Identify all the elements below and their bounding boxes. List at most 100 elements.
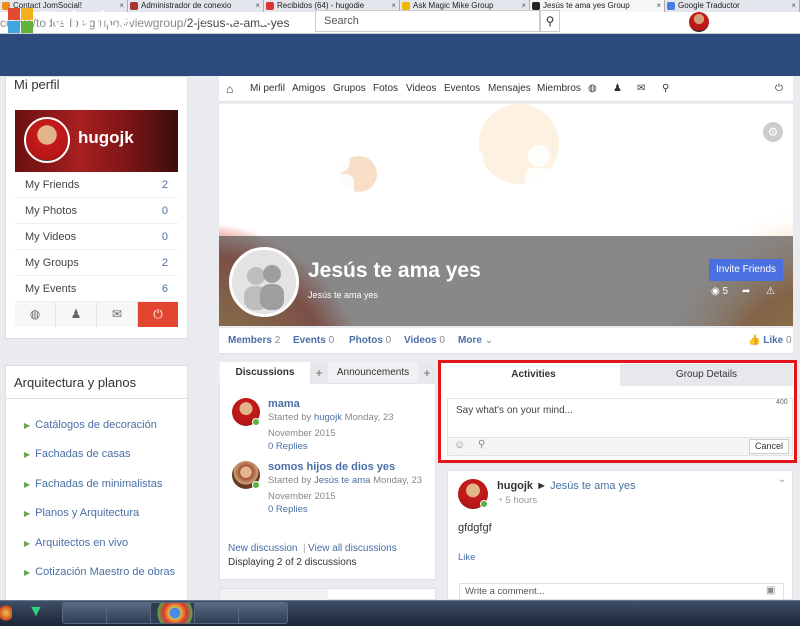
user-icon[interactable]: ♟ <box>253 0 273 42</box>
cancel-button[interactable]: Cancel <box>749 439 789 454</box>
discussion-replies[interactable]: 0 Replies <box>268 441 308 452</box>
search-icon[interactable]: ⚲ <box>662 76 669 102</box>
tab-discussions[interactable]: Discussions <box>220 362 310 384</box>
post-like-link[interactable]: Like <box>458 552 475 563</box>
profile-title: Mi perfil <box>14 77 60 92</box>
tab-favicon-icon <box>402 2 410 10</box>
taskbar-chrome-icon[interactable] <box>150 602 200 624</box>
taskbar-explorer-icon[interactable] <box>62 602 112 624</box>
mail-icon[interactable]: ✉ <box>637 76 645 102</box>
emoji-icon[interactable]: ☺ <box>454 439 465 451</box>
globe-icon[interactable]: ● <box>222 0 242 42</box>
logout-power-icon[interactable]: ⏻ <box>138 302 178 327</box>
plus-icon[interactable]: + <box>418 362 436 384</box>
group-avatar[interactable] <box>229 247 299 317</box>
power-icon[interactable]: ⏻ <box>775 76 783 102</box>
stat-members[interactable]: Members 2 <box>228 328 280 354</box>
bullet-icon: ▶ <box>24 450 31 459</box>
online-indicator <box>252 481 260 489</box>
subnav-eventos[interactable]: Eventos <box>444 76 480 102</box>
view-all-discussions-link[interactable]: View all discussions <box>308 543 397 554</box>
post-author[interactable]: hugojk <box>497 480 533 492</box>
new-discussion-link[interactable]: New discussion <box>228 543 297 554</box>
bullet-icon: ▶ <box>24 568 31 577</box>
home-icon[interactable]: ⌂ <box>192 0 212 42</box>
discussions-count: Displaying 2 of 2 discussions <box>228 557 357 568</box>
avatar[interactable] <box>24 117 70 163</box>
taskbar-editor-icon[interactable] <box>194 602 244 624</box>
more-dropdown[interactable]: More ⌄ <box>458 328 493 354</box>
category-link[interactable]: ▶ Fachadas de casas <box>24 448 131 460</box>
tab-activities[interactable]: Activities <box>447 364 620 386</box>
avatar[interactable] <box>689 12 709 32</box>
sidebar-item-videos[interactable]: My Videos 0 <box>15 224 178 250</box>
post-target[interactable]: Jesús te ama yes <box>550 480 636 492</box>
app-icon[interactable]: ▼ <box>28 603 44 621</box>
share-icon[interactable]: ➦ <box>742 286 750 297</box>
subnav-grupos[interactable]: Grupos <box>333 76 366 102</box>
default-avatar-icon <box>232 250 296 314</box>
invite-friends-button[interactable]: Invite Friends <box>709 259 783 281</box>
cover-overlay <box>219 236 793 326</box>
power-icon[interactable]: ⏻ <box>782 0 796 42</box>
char-count: 400 <box>776 399 788 406</box>
category-link[interactable]: ▶ Catálogos de decoración <box>24 419 157 431</box>
subnav-amigos[interactable]: Amigos <box>292 76 325 102</box>
globe-icon[interactable]: ◍ <box>588 76 597 102</box>
stat-videos[interactable]: Videos 0 <box>404 328 445 354</box>
tab-announcements[interactable]: Announcements <box>328 362 418 384</box>
mail-icon[interactable]: ✉ <box>284 0 304 42</box>
clock-icon: ◔ <box>497 495 503 506</box>
close-icon[interactable]: × <box>656 0 661 11</box>
globe-icon[interactable]: ◍ <box>15 302 56 327</box>
comment-input[interactable]: Write a comment... <box>459 583 784 600</box>
subnav-videos[interactable]: Videos <box>406 76 436 102</box>
thumb-icon: 👍 <box>748 335 761 346</box>
status-input[interactable]: Say what's on your mind... <box>447 398 793 438</box>
category-link[interactable]: ▶ Arquitectos en vivo <box>24 537 128 549</box>
sidebar-item-photos[interactable]: My Photos 0 <box>15 198 178 224</box>
discussion-replies[interactable]: 0 Replies <box>268 504 308 515</box>
taskbar-app-icon[interactable] <box>238 602 288 624</box>
profile-name[interactable]: hugojk <box>78 128 134 148</box>
category-link[interactable]: ▶ Cotización Maestro de obras <box>24 566 175 578</box>
discussion-title[interactable]: mama <box>268 398 300 410</box>
discussion-title[interactable]: somos hijos de dios yes <box>268 461 395 473</box>
subnav-miembros[interactable]: Miembros <box>537 76 581 102</box>
divider <box>5 398 188 399</box>
sidebar-item-events[interactable]: My Events 6 <box>15 276 178 302</box>
friends-icon[interactable]: ♟ <box>56 302 97 327</box>
nav-username[interactable]: hugojk <box>718 0 750 42</box>
category-link[interactable]: ▶ Planos y Arquitectura <box>24 507 139 519</box>
like-button[interactable]: 👍 Like 0 <box>748 328 792 354</box>
gear-icon[interactable]: ⚙ <box>757 0 777 42</box>
lower-tab[interactable] <box>220 589 328 600</box>
search-icon[interactable]: ⚲ <box>540 10 560 32</box>
home-icon[interactable]: ⌂ <box>226 76 233 102</box>
taskbar-app-icon[interactable] <box>106 602 156 624</box>
subnav-fotos[interactable]: Fotos <box>373 76 398 102</box>
sidebar-item-groups[interactable]: My Groups 2 <box>15 250 178 276</box>
chevron-down-icon: ⌄ <box>484 335 494 346</box>
camera-icon[interactable]: ▣ <box>766 585 775 596</box>
mail-icon[interactable]: ✉ <box>97 302 138 327</box>
report-icon[interactable]: ⚠ <box>766 286 775 297</box>
plus-icon[interactable]: + <box>310 362 328 384</box>
discussion-meta: Started by hugojk Monday, 23 November 201… <box>268 412 394 439</box>
location-icon[interactable]: ⚲ <box>478 439 485 450</box>
friends-icon[interactable]: ♟ <box>613 76 622 102</box>
sidebar-item-friends[interactable]: My Friends 2 <box>15 172 178 198</box>
site-logo[interactable]: Twitnice <box>8 7 132 35</box>
bullet-icon: ▶ <box>24 480 31 489</box>
category-link[interactable]: ▶ Fachadas de minimalistas <box>24 478 162 490</box>
chevron-down-icon[interactable]: ⌄ <box>778 474 786 485</box>
cover-settings-gear-icon[interactable]: ⚙ <box>763 122 783 142</box>
stat-events[interactable]: Events 0 <box>293 328 334 354</box>
subnav-mi-perfil[interactable]: Mi perfil <box>250 76 285 102</box>
stat-photos[interactable]: Photos 0 <box>349 328 391 354</box>
start-icon[interactable] <box>0 602 12 624</box>
subnav-mensajes[interactable]: Mensajes <box>488 76 531 102</box>
search-input[interactable]: Search <box>315 10 540 32</box>
tab-group-details[interactable]: Group Details <box>620 364 793 386</box>
online-indicator <box>252 418 260 426</box>
